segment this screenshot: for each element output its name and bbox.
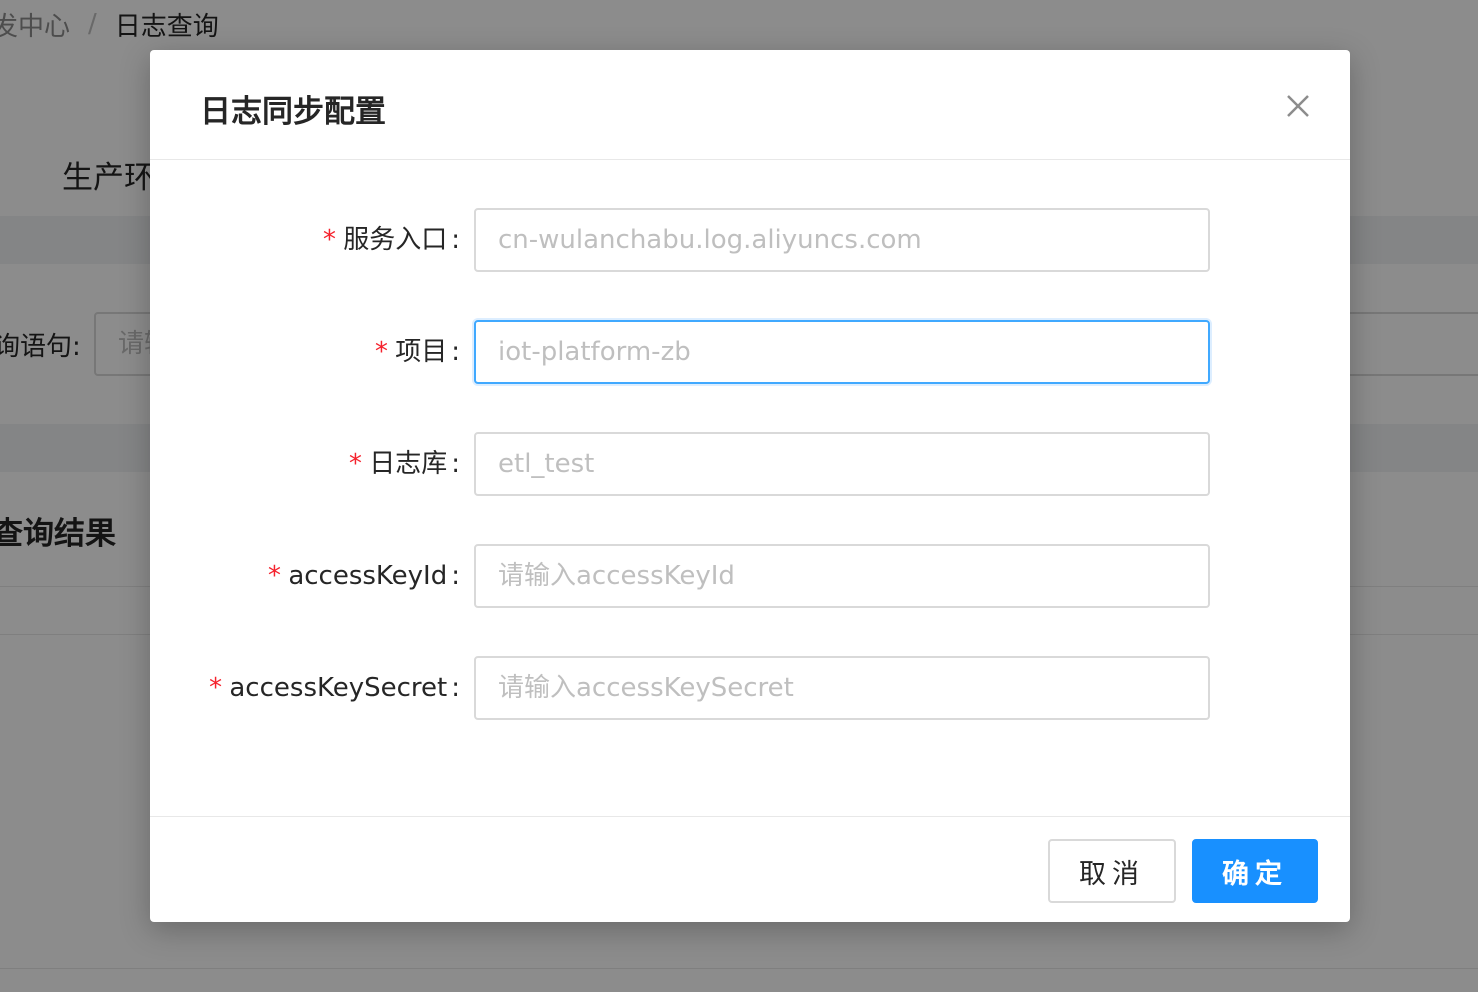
project-input[interactable]	[474, 320, 1210, 384]
required-mark: *	[373, 337, 390, 367]
form-row-access-key-secret: * accessKeySecret:	[150, 656, 1350, 720]
close-button[interactable]	[1278, 86, 1318, 126]
logstore-label-text: 日志库	[369, 449, 448, 479]
label-colon: :	[451, 337, 460, 367]
required-mark: *	[321, 225, 338, 255]
project-label: * 项目:	[374, 320, 460, 384]
logstore-label: * 日志库:	[348, 432, 460, 496]
cancel-button[interactable]: 取消	[1048, 839, 1176, 903]
endpoint-label-text: 服务入口	[343, 225, 448, 255]
close-icon	[1287, 95, 1309, 117]
form-row-project: * 项目:	[150, 320, 1350, 384]
required-mark: *	[347, 449, 364, 479]
modal-footer: 取消 确定	[150, 816, 1350, 922]
required-mark: *	[266, 561, 283, 591]
access-key-id-label-text: accessKeyId	[288, 561, 448, 591]
label-colon: :	[451, 561, 460, 591]
project-label-text: 项目	[395, 337, 448, 367]
label-colon: :	[451, 673, 460, 703]
label-colon: :	[451, 225, 460, 255]
access-key-id-input[interactable]	[474, 544, 1210, 608]
access-key-id-label: * accessKeyId:	[267, 544, 460, 608]
required-mark: *	[207, 673, 224, 703]
modal-header: 日志同步配置	[150, 50, 1350, 160]
access-key-secret-label-text: accessKeySecret	[229, 673, 448, 703]
endpoint-input[interactable]	[474, 208, 1210, 272]
form-row-access-key-id: * accessKeyId:	[150, 544, 1350, 608]
logstore-input[interactable]	[474, 432, 1210, 496]
access-key-secret-label: * accessKeySecret:	[208, 656, 460, 720]
ok-button[interactable]: 确定	[1192, 839, 1318, 903]
modal-title: 日志同步配置	[200, 94, 386, 130]
endpoint-label: * 服务入口:	[322, 208, 460, 272]
form-row-logstore: * 日志库:	[150, 432, 1350, 496]
log-sync-config-modal: 日志同步配置 *服务入口: *项目: *日志库: *accessKeyId:	[150, 50, 1350, 922]
form-row-endpoint: * 服务入口:	[150, 208, 1350, 272]
label-colon: :	[451, 449, 460, 479]
access-key-secret-input[interactable]	[474, 656, 1210, 720]
